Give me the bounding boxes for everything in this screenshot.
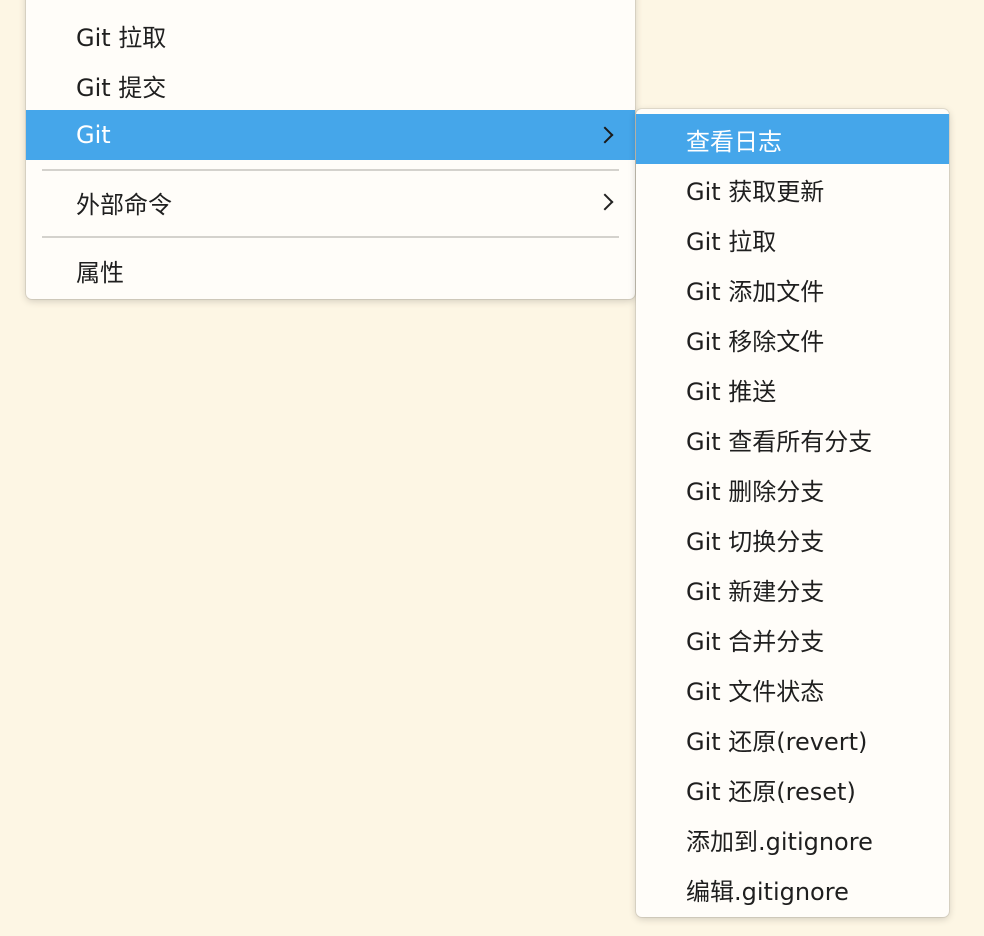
menu-item-properties[interactable]: 属性 xyxy=(26,245,635,295)
submenu-item-git-push[interactable]: Git 推送 xyxy=(636,364,949,414)
submenu-item-git-file-status[interactable]: Git 文件状态 xyxy=(636,664,949,714)
chevron-right-icon xyxy=(596,126,614,144)
chevron-right-icon xyxy=(596,193,614,211)
menu-item-git-pull[interactable]: Git 拉取 xyxy=(26,10,635,60)
submenu-item-label: 添加到.gitignore xyxy=(686,827,873,856)
submenu-item-git-switch-branch[interactable]: Git 切换分支 xyxy=(636,514,949,564)
git-submenu: 查看日志 Git 获取更新 Git 拉取 Git 添加文件 Git 移除文件 G… xyxy=(636,109,949,917)
submenu-item-label: Git 文件状态 xyxy=(686,677,825,706)
menu-item-label: Git 提交 xyxy=(76,73,167,102)
menu-item-label: Git 拉取 xyxy=(76,23,167,52)
submenu-item-label: 查看日志 xyxy=(686,127,782,156)
submenu-item-add-to-gitignore[interactable]: 添加到.gitignore xyxy=(636,814,949,864)
menu-item-label: 外部命令 xyxy=(76,190,172,219)
submenu-item-label: Git 切换分支 xyxy=(686,527,825,556)
submenu-item-label: Git 移除文件 xyxy=(686,327,825,356)
submenu-item-label: Git 删除分支 xyxy=(686,477,825,506)
submenu-item-git-revert[interactable]: Git 还原(revert) xyxy=(636,714,949,764)
submenu-item-label: Git 还原(reset) xyxy=(686,777,856,806)
menu-separator xyxy=(42,236,619,238)
submenu-item-git-new-branch[interactable]: Git 新建分支 xyxy=(636,564,949,614)
submenu-item-view-log[interactable]: 查看日志 xyxy=(636,114,949,164)
submenu-item-label: 编辑.gitignore xyxy=(686,877,849,906)
submenu-item-edit-gitignore[interactable]: 编辑.gitignore xyxy=(636,864,949,914)
submenu-item-label: Git 查看所有分支 xyxy=(686,427,873,456)
menu-item-label: 属性 xyxy=(76,258,124,287)
menu-item-label: Git xyxy=(76,121,111,149)
submenu-item-label: Git 推送 xyxy=(686,377,777,406)
submenu-item-git-remove[interactable]: Git 移除文件 xyxy=(636,314,949,364)
menu-item-git-commit[interactable]: Git 提交 xyxy=(26,60,635,110)
context-menu: Git 拉取 Git 提交 Git 外部命令 属性 xyxy=(26,0,635,299)
submenu-item-git-pull[interactable]: Git 拉取 xyxy=(636,214,949,264)
submenu-item-git-delete-branch[interactable]: Git 删除分支 xyxy=(636,464,949,514)
submenu-item-label: Git 新建分支 xyxy=(686,577,825,606)
menu-separator xyxy=(42,169,619,171)
submenu-item-git-merge-branch[interactable]: Git 合并分支 xyxy=(636,614,949,664)
submenu-item-label: Git 添加文件 xyxy=(686,277,825,306)
submenu-item-git-list-branches[interactable]: Git 查看所有分支 xyxy=(636,414,949,464)
submenu-item-git-add[interactable]: Git 添加文件 xyxy=(636,264,949,314)
submenu-item-git-fetch[interactable]: Git 获取更新 xyxy=(636,164,949,214)
submenu-item-label: Git 还原(revert) xyxy=(686,727,868,756)
submenu-item-git-reset[interactable]: Git 还原(reset) xyxy=(636,764,949,814)
menu-item-git[interactable]: Git xyxy=(26,110,635,160)
menu-item-external-commands[interactable]: 外部命令 xyxy=(26,177,635,227)
submenu-item-label: Git 拉取 xyxy=(686,227,777,256)
submenu-item-label: Git 获取更新 xyxy=(686,177,825,206)
submenu-item-label: Git 合并分支 xyxy=(686,627,825,656)
